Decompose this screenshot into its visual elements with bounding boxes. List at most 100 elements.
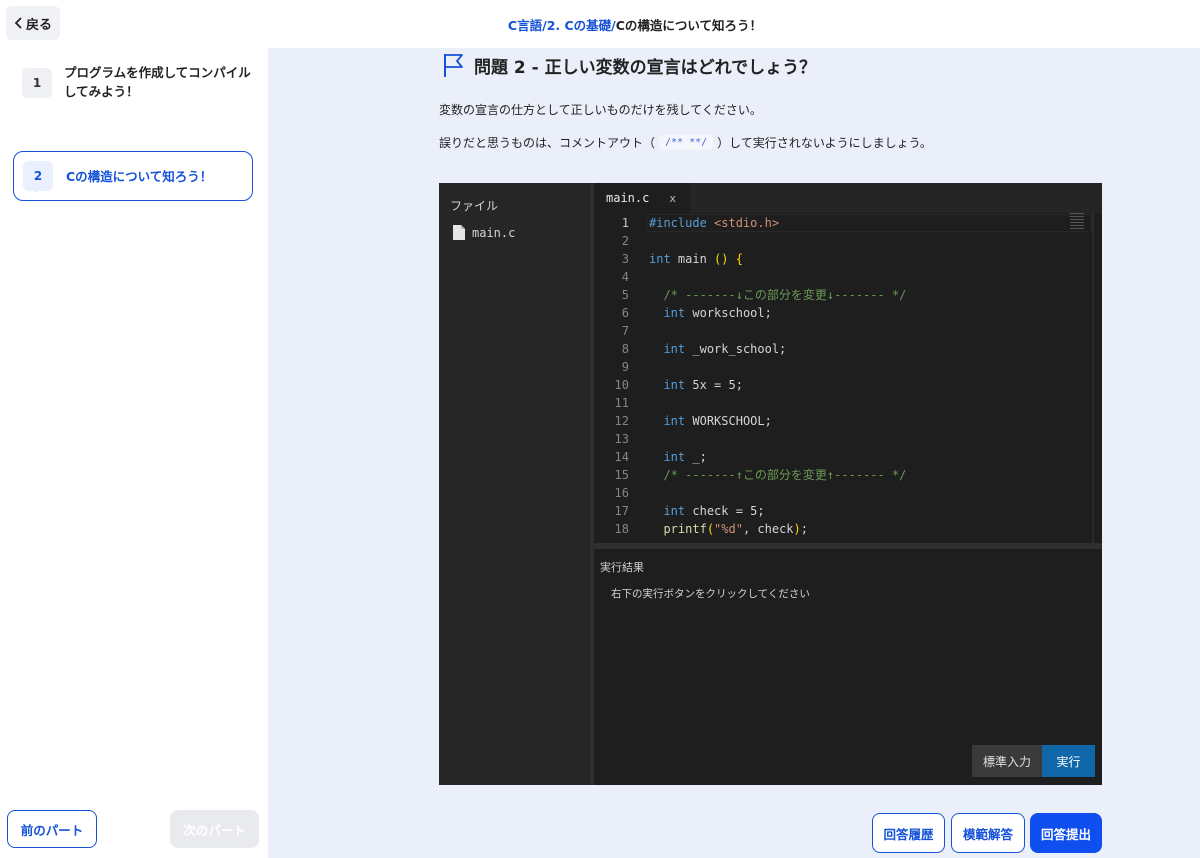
line-number: 9: [621, 360, 629, 374]
main-content: 問題 2 - 正しい変数の宣言はどれでしょう？ 変数の宣言の仕方として正しいもの…: [268, 48, 1200, 858]
code-line[interactable]: 10 int 5x = 5;: [594, 376, 1094, 394]
code-text: int workschool;: [649, 304, 772, 322]
line-number: 7: [621, 324, 629, 338]
code-text: int check = 5;: [649, 502, 765, 520]
instruction-text: 変数の宣言の仕方として正しいものだけを残してください。: [439, 103, 762, 117]
breadcrumb-course[interactable]: C言語: [508, 18, 542, 33]
code-text: int _;: [649, 448, 706, 466]
code-line[interactable]: 5 /* -------↓この部分を変更↓------- */: [594, 286, 1094, 304]
top-bar: 戻る C言語/2. Cの基礎/Cの構造について知ろう！: [0, 0, 1200, 48]
line-number: 17: [614, 504, 629, 518]
line-number: 1: [621, 216, 629, 230]
prev-part-button[interactable]: 前のパート: [7, 810, 97, 848]
sidebar-step-2[interactable]: 2 Cの構造について知ろう！: [13, 151, 253, 201]
code-token: check = 5;: [685, 504, 765, 518]
code-text: int main () {: [649, 250, 743, 268]
run-button[interactable]: 実行: [1042, 745, 1095, 777]
code-line[interactable]: 14 int _;: [594, 448, 1094, 466]
code-text: /* -------↑この部分を変更↑------- */: [649, 466, 906, 484]
model-answer-button[interactable]: 模範解答: [951, 813, 1025, 853]
code-token: <stdio.h>: [714, 216, 780, 230]
code-token: ): [793, 522, 801, 536]
answer-history-button[interactable]: 回答履歴: [872, 813, 945, 853]
step-label: プログラムを作成してコンパイルしてみよう！: [64, 65, 251, 99]
code-token: ;: [800, 522, 808, 536]
code-token: int: [663, 504, 686, 518]
line-number: 16: [614, 486, 629, 500]
code-line[interactable]: 9: [594, 358, 1094, 376]
comment-syntax-chip: /** **/: [659, 135, 714, 150]
code-token: 5x = 5;: [685, 378, 743, 392]
sidebar-step-1[interactable]: 1 プログラムを作成してコンパイルしてみよう！: [22, 65, 262, 101]
line-number: 10: [614, 378, 629, 392]
stdin-button[interactable]: 標準入力: [972, 745, 1042, 777]
code-line[interactable]: 11: [594, 394, 1094, 412]
line-number: 12: [614, 414, 629, 428]
tab-main-c[interactable]: main.c x: [594, 183, 690, 213]
instruction-after: ）して実行されないようにしましょう。: [717, 136, 932, 150]
code-token: {: [735, 252, 743, 266]
code-text: int _work_school;: [649, 340, 786, 358]
code-line[interactable]: 3 int main () {: [594, 250, 1094, 268]
code-line[interactable]: 4: [594, 268, 1094, 286]
code-line[interactable]: 18 printf("%d", check);: [594, 520, 1094, 538]
line-number: 5: [621, 288, 629, 302]
question-title: 問題 2 - 正しい変数の宣言はどれでしょう？: [442, 52, 816, 78]
code-line[interactable]: 7: [594, 322, 1094, 340]
code-token: workschool;: [685, 306, 772, 320]
submit-answer-button[interactable]: 回答提出: [1030, 813, 1102, 853]
instruction-text-2: 誤りだと思うものは、コメントアウト（ /** **/ ）して実行されないようにし…: [439, 134, 932, 151]
editor-tabs: main.c x: [594, 183, 1102, 213]
code-token: _work_school;: [685, 342, 787, 356]
code-token: WORKSCHOOL;: [685, 414, 772, 428]
code-text: int WORKSCHOOL;: [649, 412, 772, 430]
question-title-text: 問題 2 - 正しい変数の宣言はどれでしょう？: [474, 57, 817, 78]
code-line[interactable]: 1 #include <stdio.h>: [594, 214, 1094, 232]
code-line[interactable]: 2: [594, 232, 1094, 250]
code-token: (): [714, 252, 729, 266]
code-line[interactable]: 15 /* -------↑この部分を変更↑------- */: [594, 466, 1094, 484]
code-line[interactable]: 8 int _work_school;: [594, 340, 1094, 358]
result-panel: 実行結果 右下の実行ボタンをクリックしてください 標準入力 実行: [594, 549, 1102, 785]
breadcrumb-current: Cの構造について知ろう！: [615, 18, 763, 33]
sidebar: 1 プログラムを作成してコンパイルしてみよう！ 2 Cの構造について知ろう！ 前…: [0, 48, 268, 858]
result-title: 実行結果: [600, 561, 644, 574]
next-part-button: 次のパート: [170, 810, 259, 848]
code-line[interactable]: 13: [594, 430, 1094, 448]
code-line[interactable]: 12 int WORKSCHOOL;: [594, 412, 1094, 430]
code-area[interactable]: 1 #include <stdio.h> 2 3 int main () {4 5 /* …: [594, 213, 1102, 543]
line-number: 8: [621, 342, 629, 356]
file-item-main-c[interactable]: main.c: [453, 225, 515, 240]
code-token: (: [706, 522, 715, 536]
code-token: printf: [663, 522, 707, 536]
line-number: 2: [621, 234, 629, 248]
result-output: 右下の実行ボタンをクリックしてください: [611, 588, 810, 600]
code-line[interactable]: 6 int workschool;: [594, 304, 1094, 322]
code-text: /* -------↓この部分を変更↓------- */: [649, 286, 906, 304]
code-token: int: [649, 252, 671, 266]
line-number: 13: [614, 432, 629, 446]
line-number: 15: [614, 468, 629, 482]
breadcrumb-chapter[interactable]: 2. Cの基礎: [547, 18, 611, 33]
code-text: #include <stdio.h>: [649, 214, 779, 232]
file-explorer-title: ファイル: [450, 199, 499, 213]
instruction-before: 誤りだと思うものは、コメントアウト（: [439, 136, 656, 150]
line-number: 3: [621, 252, 629, 266]
file-icon: [453, 225, 465, 240]
flag-icon: [444, 54, 463, 77]
close-icon[interactable]: x: [669, 192, 676, 205]
code-token: int: [663, 450, 686, 464]
code-token: /* -------↓この部分を変更↓------- */: [663, 288, 907, 302]
line-number: 14: [614, 450, 629, 464]
code-token: /* -------↑この部分を変更↑------- */: [663, 468, 907, 482]
code-line[interactable]: 17 int check = 5;: [594, 502, 1094, 520]
step-label: Cの構造について知ろう！: [66, 168, 213, 184]
code-editor: ファイル main.c main.c x 1 #include <stdio.h>…: [439, 183, 1102, 785]
code-token: int: [663, 378, 686, 392]
code-line[interactable]: 16: [594, 484, 1094, 502]
code-token: "%d": [714, 522, 743, 536]
step-number: 1: [22, 68, 52, 98]
file-explorer: ファイル main.c: [439, 183, 590, 785]
line-number: 6: [621, 306, 629, 320]
